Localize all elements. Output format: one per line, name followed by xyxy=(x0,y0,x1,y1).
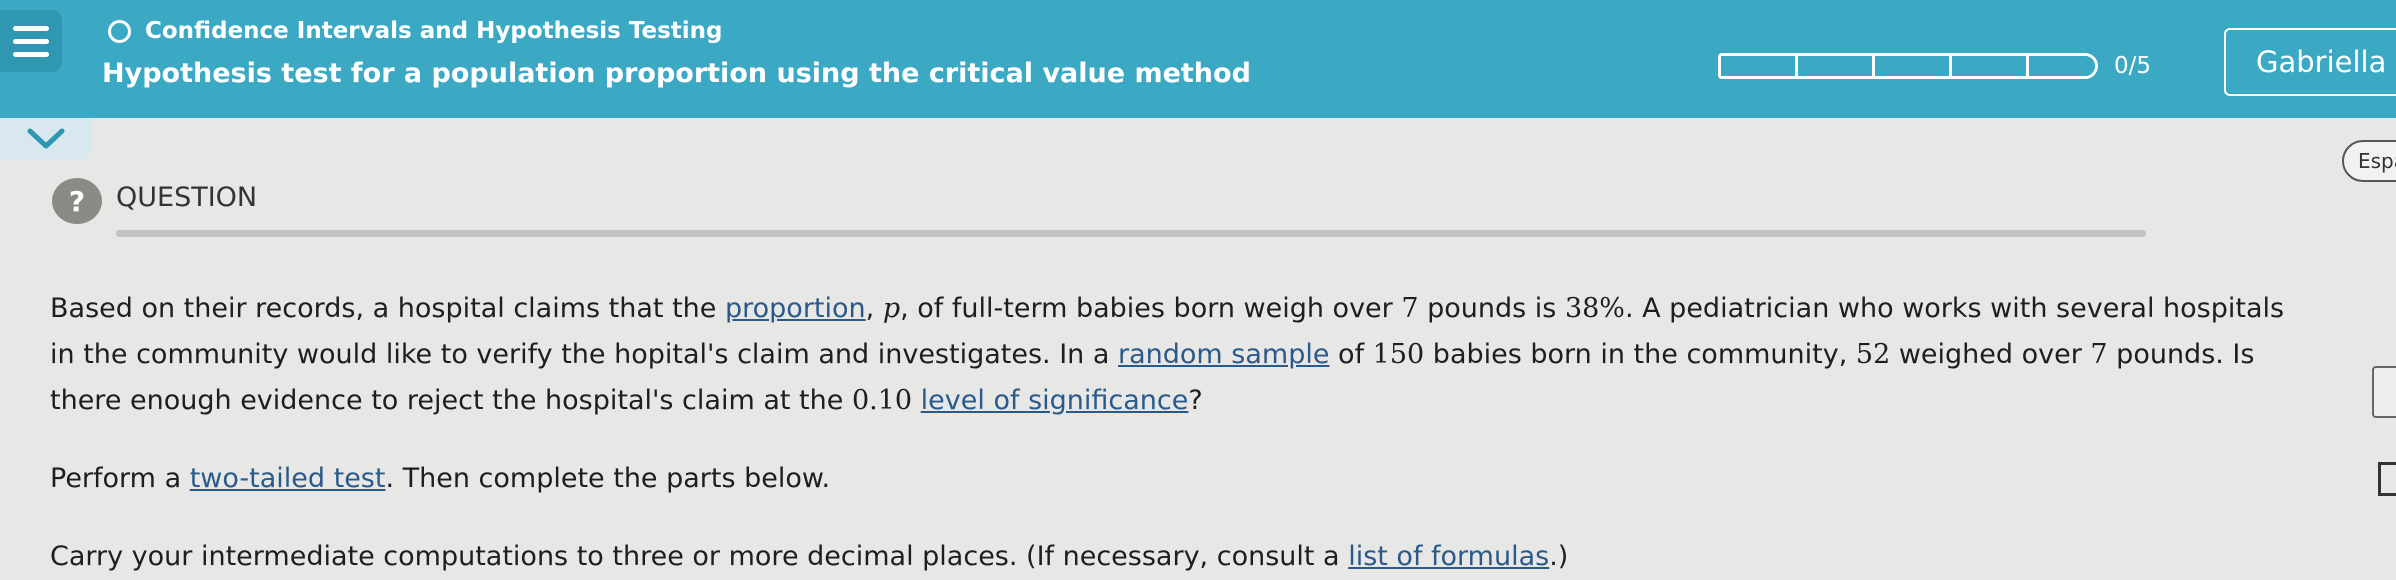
topic-title: Confidence Intervals and Hypothesis Test… xyxy=(145,18,723,44)
p-symbol: p xyxy=(882,293,901,324)
two-tailed-test-link[interactable]: two-tailed test xyxy=(190,463,386,494)
progress-bar xyxy=(1718,53,2098,79)
user-menu-button[interactable]: Gabriella ▾ xyxy=(2224,28,2396,96)
progress-indicator: 0/5 xyxy=(1718,53,2151,79)
chevron-down-icon xyxy=(27,128,65,149)
proportion-link[interactable]: proportion xyxy=(725,293,866,324)
random-sample-link[interactable]: random sample xyxy=(1118,339,1329,370)
question-paragraph: Based on their records, a hospital claim… xyxy=(50,293,2285,416)
side-panel-icon[interactable] xyxy=(2378,462,2396,496)
language-button[interactable]: Espa xyxy=(2342,140,2396,182)
computation-paragraph: Carry your intermediate computations to … xyxy=(50,541,1569,572)
formulas-link[interactable]: list of formulas xyxy=(1348,541,1549,572)
collapse-toggle[interactable] xyxy=(0,118,92,160)
page-title: Hypothesis test for a population proport… xyxy=(102,58,1251,89)
calculator-icon[interactable] xyxy=(2372,366,2396,418)
progress-count: 0/5 xyxy=(2114,53,2152,79)
question-body: Based on their records, a hospital claim… xyxy=(50,286,2290,580)
question-icon: ? xyxy=(52,178,102,224)
instruction-paragraph: Perform a two-tailed test. Then complete… xyxy=(50,463,831,494)
top-header-bar: Confidence Intervals and Hypothesis Test… xyxy=(0,0,2396,118)
user-name: Gabriella xyxy=(2256,45,2387,79)
question-label: QUESTION xyxy=(116,182,258,213)
divider xyxy=(116,230,2146,237)
topic-row: Confidence Intervals and Hypothesis Test… xyxy=(108,18,723,44)
hamburger-menu-icon[interactable] xyxy=(0,10,62,72)
circle-icon xyxy=(108,19,131,43)
level-of-significance-link[interactable]: level of significance xyxy=(921,385,1189,416)
